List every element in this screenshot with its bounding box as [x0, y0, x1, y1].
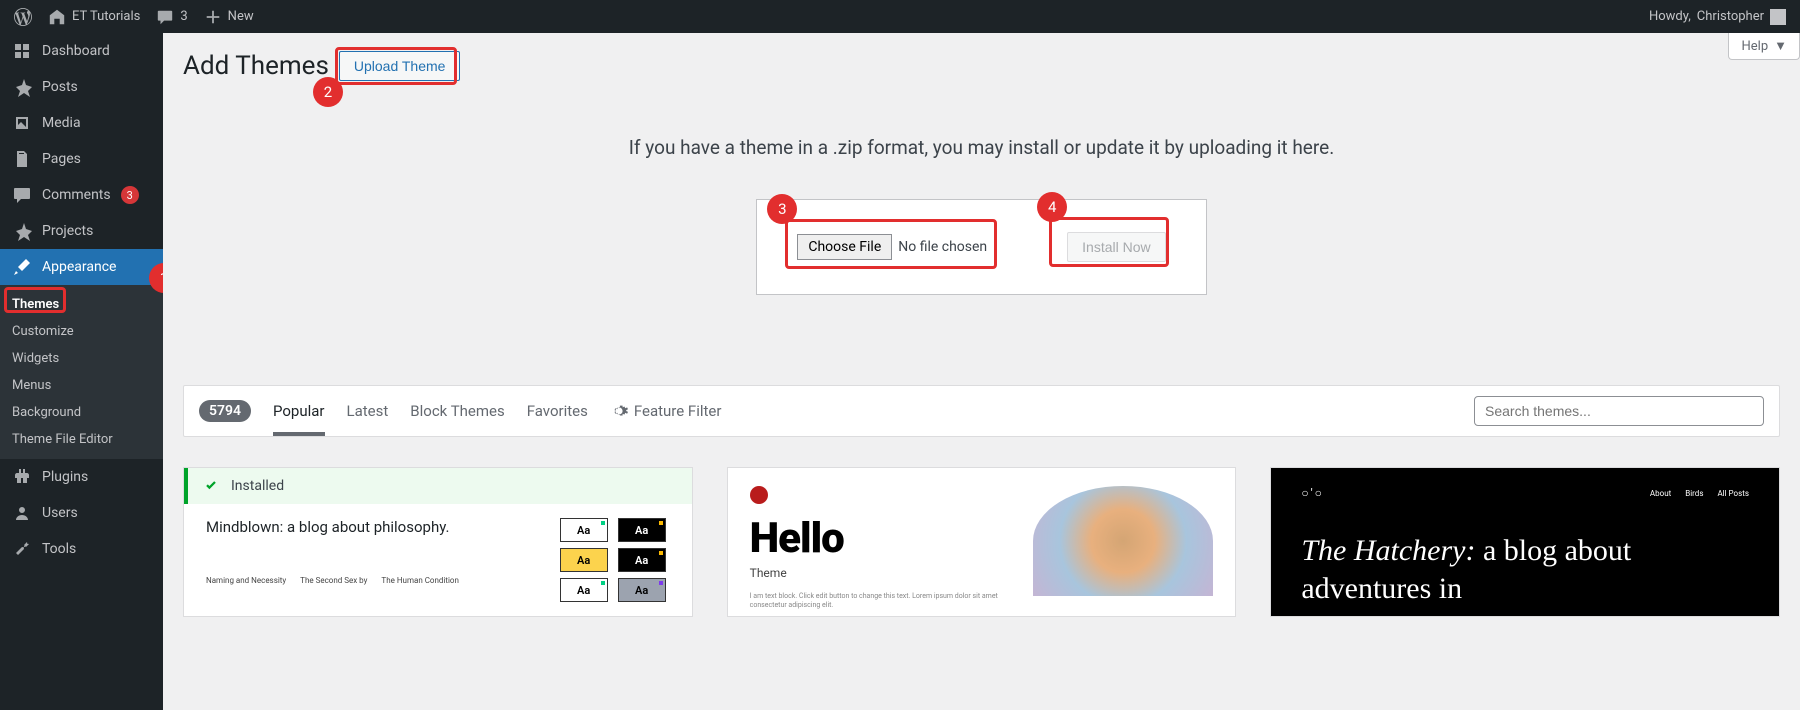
site-home-link[interactable]: ET Tutorials [40, 0, 148, 33]
theme-logo-icon [750, 486, 768, 504]
menu-plugins[interactable]: Plugins [0, 459, 163, 495]
plugin-icon [12, 467, 32, 487]
upload-instructions: If you have a theme in a .zip format, yo… [183, 136, 1780, 159]
menu-pages[interactable]: Pages [0, 141, 163, 177]
theme-preview: Mindblown: a blog about philosophy. Nami… [184, 504, 692, 616]
menu-dashboard[interactable]: Dashboard [0, 33, 163, 69]
annotation-badge-3: 3 [767, 194, 797, 224]
submenu-editor[interactable]: Theme File Editor [0, 426, 163, 453]
wordpress-icon [14, 8, 32, 26]
check-icon [203, 478, 219, 494]
projects-icon [12, 221, 32, 241]
theme-preview-image [1033, 486, 1213, 596]
brush-icon [12, 257, 32, 277]
choose-file-button[interactable]: Choose File [797, 234, 892, 260]
users-icon [12, 503, 32, 523]
theme-card[interactable]: Installed Mindblown: a blog about philos… [183, 467, 693, 617]
menu-comments[interactable]: Comments 3 [0, 177, 163, 213]
comment-icon [156, 8, 174, 26]
plus-icon [204, 8, 222, 26]
page-header: Add Themes Upload Theme 2 [183, 33, 1780, 81]
theme-card[interactable]: Hello Theme I am text block. Click edit … [727, 467, 1237, 617]
menu-tools[interactable]: Tools [0, 531, 163, 567]
dashboard-icon [12, 41, 32, 61]
new-label: New [228, 9, 254, 24]
theme-preview: ○'○ About Birds All Posts The Hatchery: … [1271, 468, 1779, 616]
comments-badge: 3 [121, 186, 139, 204]
installed-banner: Installed [184, 468, 692, 504]
feature-filter-button[interactable]: Feature Filter [610, 402, 722, 420]
page-title: Add Themes [183, 51, 329, 81]
new-content-link[interactable]: New [196, 0, 262, 33]
menu-appearance[interactable]: Appearance 1 [0, 249, 163, 285]
submenu-menus[interactable]: Menus [0, 372, 163, 399]
theme-filter-bar: 5794 Popular Latest Block Themes Favorit… [183, 385, 1780, 437]
tools-icon [12, 539, 32, 559]
admin-sidebar: Dashboard Posts Media Pages Comments 3 P… [0, 33, 163, 710]
user-name: Christopher [1697, 9, 1764, 24]
home-icon [48, 8, 66, 26]
user-account-link[interactable]: Howdy, Christopher [1641, 0, 1794, 33]
comments-count: 3 [180, 9, 187, 24]
install-now-button[interactable]: Install Now [1067, 232, 1165, 262]
theme-grid: Installed Mindblown: a blog about philos… [183, 467, 1780, 617]
upload-theme-button[interactable]: Upload Theme [339, 51, 461, 81]
appearance-submenu: Themes Customize Widgets Menus Backgroun… [0, 285, 163, 459]
media-icon [12, 113, 32, 133]
user-avatar [1770, 9, 1786, 25]
comment-icon [12, 185, 32, 205]
upload-form: Choose File No file chosen 3 Install Now… [756, 199, 1206, 295]
submenu-widgets[interactable]: Widgets [0, 345, 163, 372]
submenu-background[interactable]: Background [0, 399, 163, 426]
tab-block-themes[interactable]: Block Themes [410, 396, 504, 426]
submenu-customize[interactable]: Customize [0, 318, 163, 345]
search-themes-input[interactable] [1474, 396, 1764, 426]
howdy-prefix: Howdy, [1649, 9, 1691, 24]
file-chosen-text: No file chosen [898, 239, 987, 255]
file-input-group: Choose File No file chosen 3 [797, 234, 987, 260]
submenu-themes[interactable]: Themes [0, 291, 163, 318]
annotation-badge-4: 4 [1037, 192, 1067, 222]
tab-popular[interactable]: Popular [273, 396, 325, 426]
gear-icon [610, 402, 628, 420]
upload-panel: If you have a theme in a .zip format, yo… [183, 81, 1780, 325]
theme-preview: Hello Theme I am text block. Click edit … [728, 468, 1236, 617]
theme-count-badge: 5794 [199, 400, 251, 422]
page-icon [12, 149, 32, 169]
theme-logo-icon: ○'○ [1301, 486, 1324, 500]
theme-preview-hello: Hello [750, 518, 1010, 560]
site-name: ET Tutorials [72, 9, 140, 24]
main-content: Help ▼ Add Themes Upload Theme 2 If you … [163, 33, 1800, 710]
comments-link[interactable]: 3 [148, 0, 195, 33]
theme-preview-title: The Hatchery: a blog about adventures in [1301, 532, 1749, 607]
tab-latest[interactable]: Latest [347, 396, 389, 426]
menu-media[interactable]: Media [0, 105, 163, 141]
wp-logo[interactable] [6, 0, 40, 33]
menu-projects[interactable]: Projects [0, 213, 163, 249]
pin-icon [12, 77, 32, 97]
tab-favorites[interactable]: Favorites [527, 396, 588, 426]
theme-card[interactable]: ○'○ About Birds All Posts The Hatchery: … [1270, 467, 1780, 617]
admin-bar: ET Tutorials 3 New Howdy, Christopher [0, 0, 1800, 33]
theme-preview-title: Mindblown: a blog about philosophy. [206, 518, 520, 536]
menu-posts[interactable]: Posts [0, 69, 163, 105]
menu-users[interactable]: Users [0, 495, 163, 531]
